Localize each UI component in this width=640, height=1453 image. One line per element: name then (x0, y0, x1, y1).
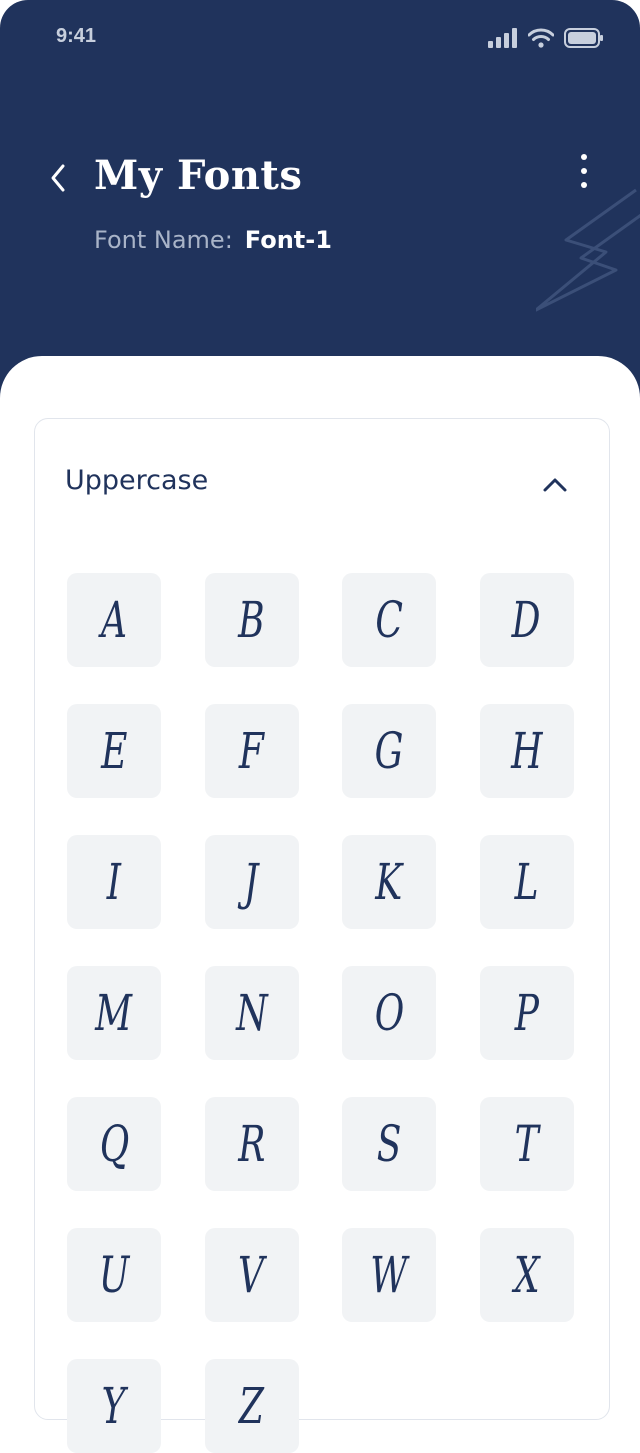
letter-tile[interactable]: U (67, 1228, 161, 1322)
letter-tile[interactable]: M (67, 966, 161, 1060)
more-dot-icon (581, 168, 587, 174)
letter-tile[interactable]: P (479, 966, 574, 1060)
letter-glyph: G (374, 722, 404, 780)
letter-glyph: H (510, 722, 543, 780)
letter-glyph: T (514, 1115, 539, 1173)
letter-glyph: C (375, 591, 403, 649)
letter-tile[interactable]: E (67, 704, 161, 798)
letter-tile[interactable]: G (342, 704, 436, 798)
letter-grid: A B C D E F G H I J K L M N O P Q R S T … (67, 573, 574, 1453)
battery-icon (564, 28, 603, 48)
letter-tile[interactable]: X (479, 1228, 574, 1322)
letter-glyph: L (514, 853, 539, 911)
letter-tile[interactable]: F (204, 704, 299, 798)
status-time: 9:41 (56, 25, 97, 47)
letter-glyph: M (95, 984, 133, 1042)
letter-glyph: E (100, 722, 128, 780)
letter-glyph: O (374, 984, 404, 1042)
letter-tile[interactable]: A (67, 573, 161, 667)
font-name-value: Font-1 (244, 226, 332, 254)
letter-tile[interactable]: Q (67, 1097, 161, 1191)
letter-tile[interactable]: I (67, 835, 161, 929)
letter-glyph: V (238, 1246, 265, 1304)
font-name-row: Font Name: Font-1 (94, 226, 332, 254)
letter-tile[interactable]: S (342, 1097, 436, 1191)
letter-tile[interactable]: H (479, 704, 574, 798)
font-name-label: Font Name: (94, 226, 233, 254)
letter-glyph: D (512, 591, 541, 649)
uppercase-section-card: Uppercase A B C D E F G H I J K L M N O … (34, 418, 610, 1453)
decorative-lightning-icon (536, 188, 640, 312)
page-title: My Fonts (94, 152, 303, 199)
chevron-left-icon (51, 164, 65, 192)
chevron-up-icon (543, 478, 567, 492)
letter-tile[interactable]: W (342, 1228, 436, 1322)
letter-glyph: A (100, 591, 127, 649)
letter-tile[interactable]: T (479, 1097, 574, 1191)
letter-glyph: Q (99, 1115, 129, 1173)
status-icons (488, 28, 604, 48)
letter-glyph: N (235, 984, 268, 1042)
letter-glyph: K (375, 853, 403, 911)
letter-tile[interactable]: V (204, 1228, 299, 1322)
letter-glyph: P (514, 984, 539, 1042)
letter-glyph: Z (238, 1377, 265, 1435)
letter-glyph: B (238, 591, 265, 649)
more-dot-icon (581, 154, 587, 160)
letter-tile[interactable]: K (342, 835, 436, 929)
letter-glyph: S (376, 1115, 402, 1173)
section-title: Uppercase (65, 465, 209, 496)
letter-glyph: F (238, 722, 264, 780)
back-button[interactable] (40, 158, 76, 198)
letter-tile[interactable]: B (204, 573, 299, 667)
letter-tile[interactable]: N (204, 966, 299, 1060)
letter-glyph: J (244, 853, 259, 911)
letter-tile[interactable]: R (204, 1097, 299, 1191)
app-header: 9:41 My Fonts Font Name: Font-1 (0, 0, 640, 400)
letter-tile[interactable]: L (479, 835, 574, 929)
letter-tile[interactable]: Z (204, 1359, 299, 1453)
letter-glyph: W (370, 1246, 408, 1304)
letter-glyph: R (237, 1115, 266, 1173)
letter-tile[interactable]: O (342, 966, 436, 1060)
letter-glyph: Y (102, 1377, 126, 1435)
signal-icon (488, 28, 517, 48)
letter-glyph: U (98, 1246, 130, 1304)
letter-tile[interactable]: C (342, 573, 436, 667)
letter-tile[interactable]: Y (67, 1359, 161, 1453)
letter-tile[interactable]: D (479, 573, 574, 667)
letter-glyph: X (513, 1246, 540, 1304)
letter-tile[interactable]: J (204, 835, 299, 929)
wifi-icon (528, 28, 554, 48)
collapse-button[interactable] (541, 471, 569, 499)
letter-glyph: I (106, 853, 122, 911)
